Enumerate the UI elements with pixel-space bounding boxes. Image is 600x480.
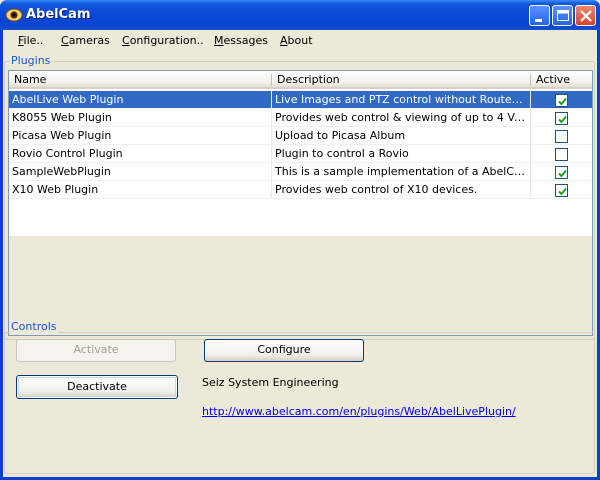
menu-about[interactable]: About bbox=[280, 34, 313, 47]
cell-name: SampleWebPlugin bbox=[12, 165, 111, 178]
eye-icon bbox=[5, 7, 23, 23]
cell-description: Live Images and PTZ control without Rout… bbox=[275, 93, 527, 106]
plugin-url-link[interactable]: http://www.abelcam.com/en/plugins/Web/Ab… bbox=[202, 405, 516, 418]
active-checkbox[interactable] bbox=[555, 166, 568, 179]
cell-name: K8055 Web Plugin bbox=[12, 111, 112, 124]
close-button[interactable] bbox=[575, 5, 596, 26]
menu-messages-mnemonic: M bbox=[214, 34, 224, 47]
row-divider bbox=[9, 198, 592, 199]
title-bar[interactable]: AbelCam bbox=[0, 0, 600, 30]
menu-cameras-label: ameras bbox=[68, 34, 110, 47]
plugins-group-label: Plugins bbox=[10, 54, 52, 67]
column-header-name[interactable]: Name bbox=[9, 71, 271, 89]
cell-description: Plugin to control a Rovio bbox=[275, 147, 409, 160]
column-separator bbox=[530, 127, 531, 145]
menu-configuration-label: onfiguration.. bbox=[129, 34, 204, 47]
column-header-description[interactable]: Description bbox=[272, 71, 530, 89]
active-checkbox[interactable] bbox=[555, 94, 568, 107]
column-separator bbox=[530, 145, 531, 163]
maximize-icon bbox=[557, 10, 569, 21]
menu-configuration-mnemonic: C bbox=[122, 34, 130, 47]
menu-configuration[interactable]: Configuration.. bbox=[122, 34, 204, 47]
checkmark-icon bbox=[558, 187, 567, 196]
app-window: AbelCam File.. Cameras Configuration.. M… bbox=[0, 0, 600, 480]
client-area: File.. Cameras Configuration.. Messages … bbox=[3, 30, 597, 477]
cell-description: Provides web control & viewing of up to … bbox=[275, 111, 527, 124]
cell-description: This is a sample implementation of a Abe… bbox=[275, 165, 527, 178]
cell-name: Rovio Control Plugin bbox=[12, 147, 123, 160]
active-checkbox[interactable] bbox=[555, 130, 568, 143]
cell-name: X10 Web Plugin bbox=[12, 183, 99, 196]
column-header-active[interactable]: Active bbox=[531, 71, 592, 89]
menu-file[interactable]: File.. bbox=[18, 34, 43, 47]
table-row[interactable]: X10 Web Plugin Provides web control of X1… bbox=[9, 181, 592, 199]
column-separator bbox=[530, 91, 531, 109]
plugin-author: Seiz System Engineering bbox=[202, 376, 339, 389]
table-row[interactable]: K8055 Web Plugin Provides web control & v… bbox=[9, 109, 592, 127]
column-separator bbox=[530, 163, 531, 181]
table-row[interactable]: SampleWebPlugin This is a sample implemen… bbox=[9, 163, 592, 181]
table-row[interactable]: AbelLive Web Plugin Live Images and PTZ c… bbox=[9, 91, 592, 109]
list-empty-area bbox=[9, 236, 592, 335]
cell-name: Picasa Web Plugin bbox=[12, 129, 112, 142]
plugins-list[interactable]: Name Description Active AbelLive Web Plu… bbox=[8, 70, 593, 336]
cell-name: AbelLive Web Plugin bbox=[12, 93, 124, 106]
table-row[interactable]: Picasa Web Plugin Upload to Picasa Album bbox=[9, 127, 592, 145]
close-icon bbox=[580, 10, 592, 22]
controls-group-label: Controls bbox=[10, 320, 58, 333]
menu-bar: File.. Cameras Configuration.. Messages … bbox=[3, 30, 597, 52]
minimize-button[interactable] bbox=[529, 5, 550, 26]
active-checkbox[interactable] bbox=[555, 184, 568, 197]
checkmark-icon bbox=[558, 97, 567, 106]
column-separator bbox=[530, 181, 531, 199]
menu-about-mnemonic: A bbox=[280, 34, 288, 47]
menu-messages[interactable]: Messages bbox=[214, 34, 268, 47]
maximize-button[interactable] bbox=[552, 5, 573, 26]
checkmark-icon bbox=[558, 169, 567, 178]
active-checkbox[interactable] bbox=[555, 112, 568, 125]
menu-cameras-mnemonic: C bbox=[61, 34, 69, 47]
checkmark-icon bbox=[558, 115, 567, 124]
cell-description: Provides web control of X10 devices. bbox=[275, 183, 478, 196]
cell-description: Upload to Picasa Album bbox=[275, 129, 406, 142]
menu-messages-label: essages bbox=[223, 34, 268, 47]
configure-button[interactable]: Configure bbox=[204, 339, 364, 362]
table-row[interactable]: Rovio Control Plugin Plugin to control a … bbox=[9, 145, 592, 163]
menu-about-label: bout bbox=[287, 34, 313, 47]
active-checkbox[interactable] bbox=[555, 148, 568, 161]
minimize-icon bbox=[535, 19, 542, 22]
window-title: AbelCam bbox=[26, 7, 91, 22]
menu-file-label: ile.. bbox=[23, 34, 44, 47]
menu-cameras[interactable]: Cameras bbox=[61, 34, 110, 47]
activate-button[interactable]: Activate bbox=[16, 339, 176, 362]
list-header: Name Description Active bbox=[9, 71, 592, 89]
deactivate-button[interactable]: Deactivate bbox=[16, 375, 178, 399]
column-separator bbox=[530, 109, 531, 127]
